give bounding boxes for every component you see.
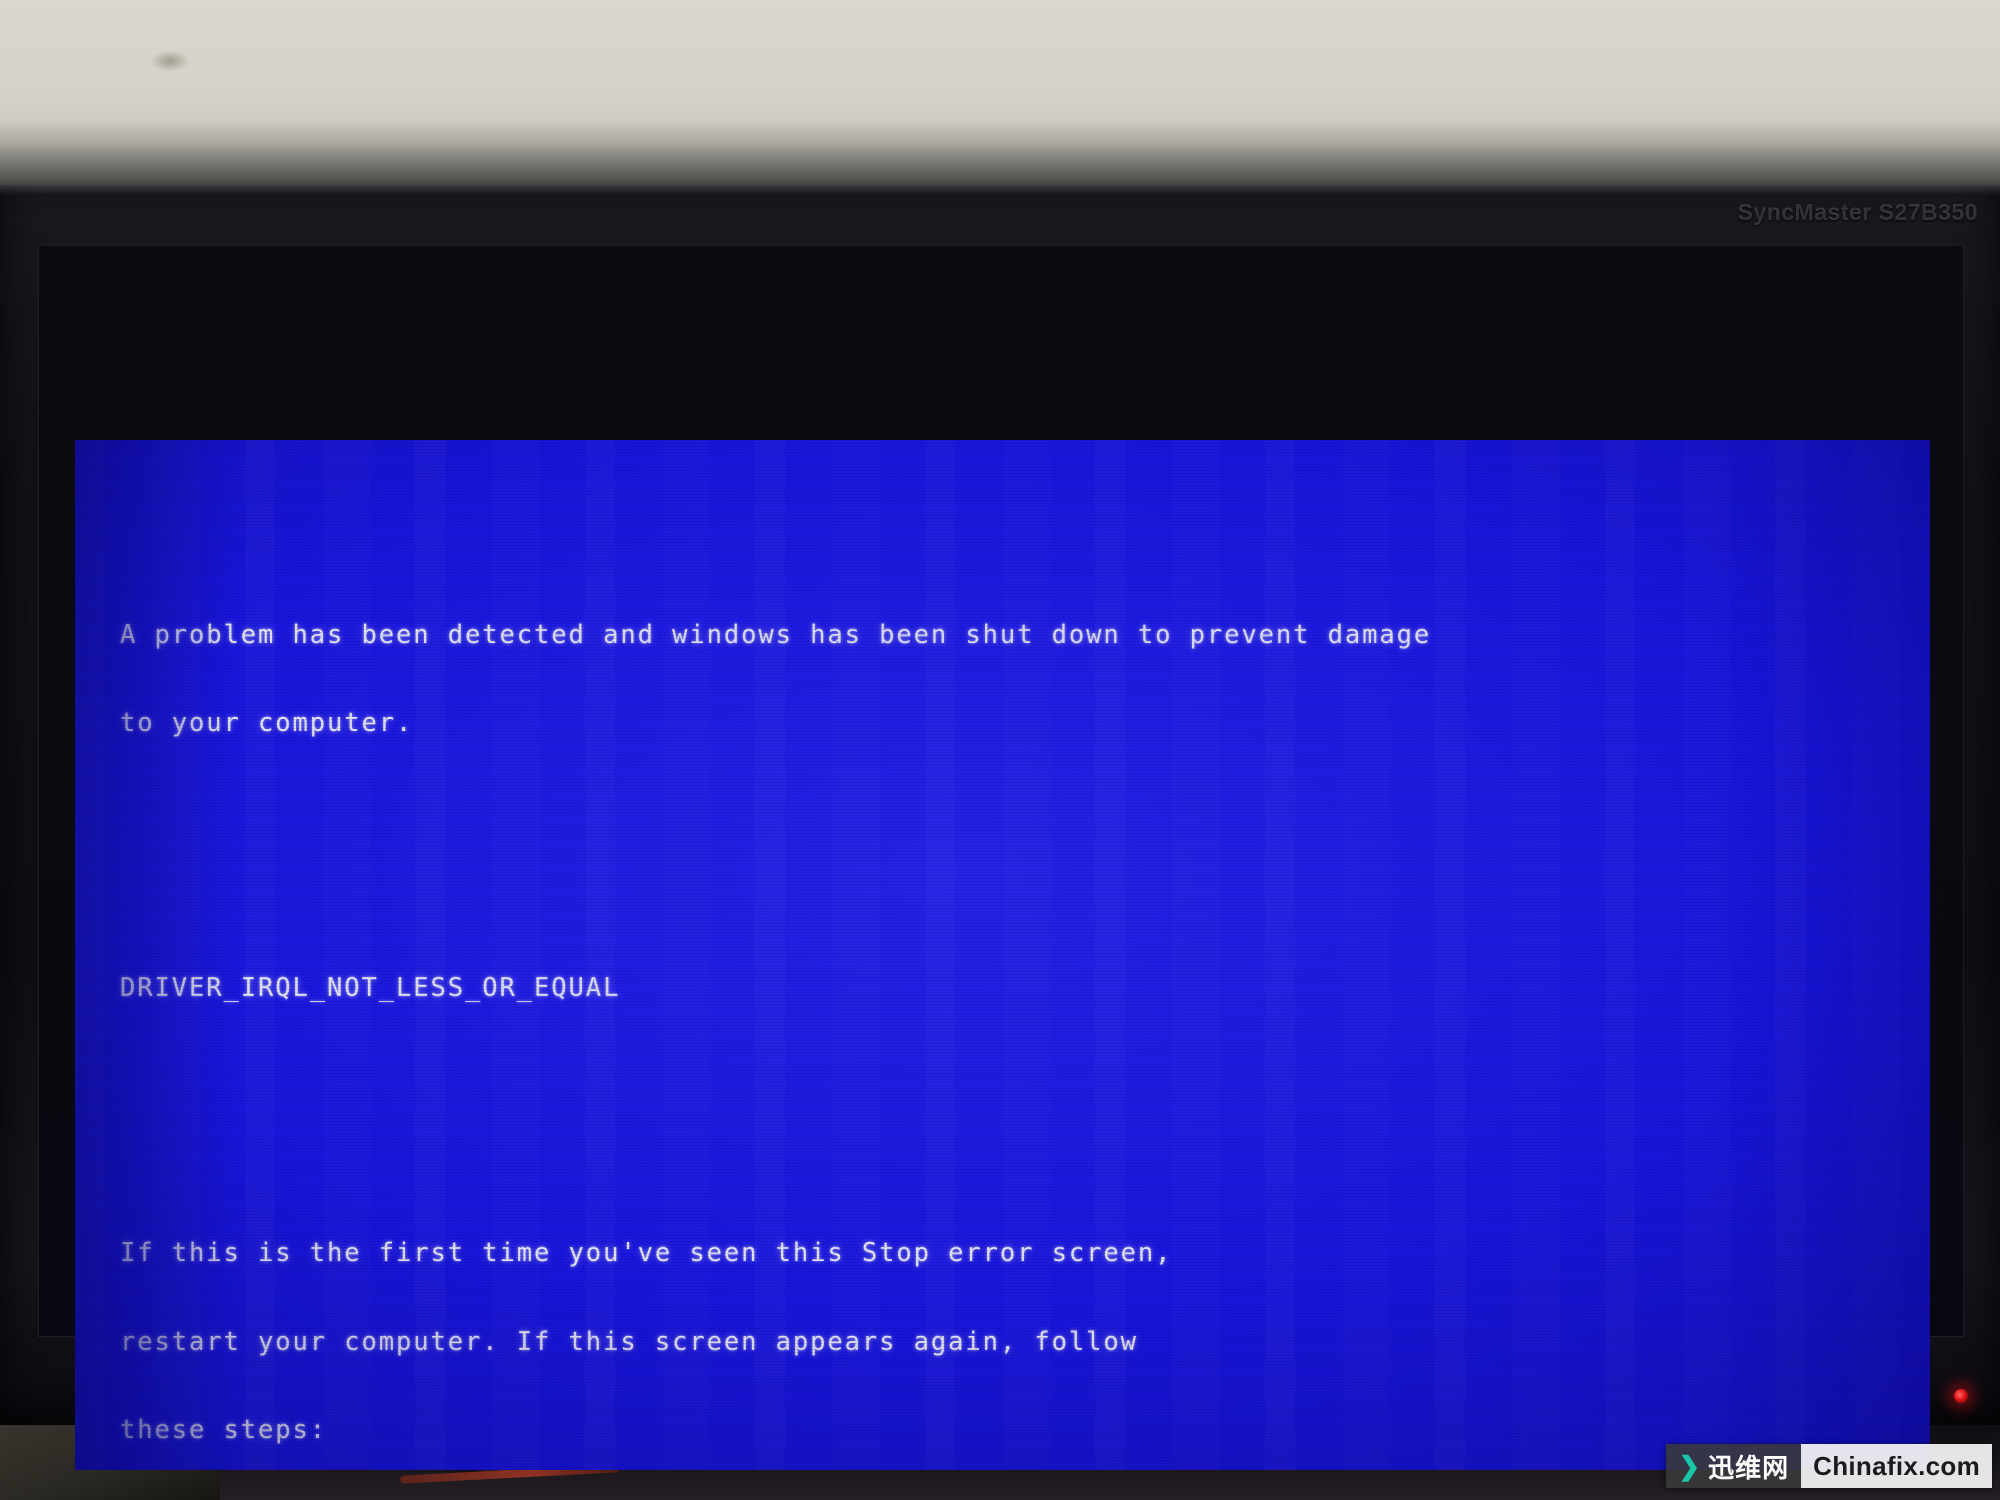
watermark: ❯ 迅维网 Chinafix.com — [1666, 1444, 1992, 1488]
watermark-cn-text: 迅维网 — [1708, 1453, 1790, 1484]
panel-vignette — [75, 440, 1930, 1470]
watermark-left: ❯ 迅维网 — [1666, 1444, 1802, 1488]
photo-of-monitor: SyncMaster S27B350 SAMSUNG MENU SRC AUTO… — [0, 0, 2000, 1500]
bezel-top-highlight — [0, 185, 2000, 195]
watermark-right: Chinafix.com — [1801, 1444, 1992, 1488]
power-led-indicator — [1954, 1389, 1968, 1403]
chevron-right-icon: ❯ — [1678, 1451, 1701, 1481]
lcd-screen: A problem has been detected and windows … — [75, 440, 1930, 1470]
monitor-chassis: SyncMaster S27B350 SAMSUNG MENU SRC AUTO… — [0, 185, 2000, 1470]
wall-smudge — [150, 50, 190, 72]
watermark-site-text: Chinafix.com — [1813, 1450, 1980, 1481]
monitor-model-label: SyncMaster S27B350 — [1737, 199, 1978, 225]
